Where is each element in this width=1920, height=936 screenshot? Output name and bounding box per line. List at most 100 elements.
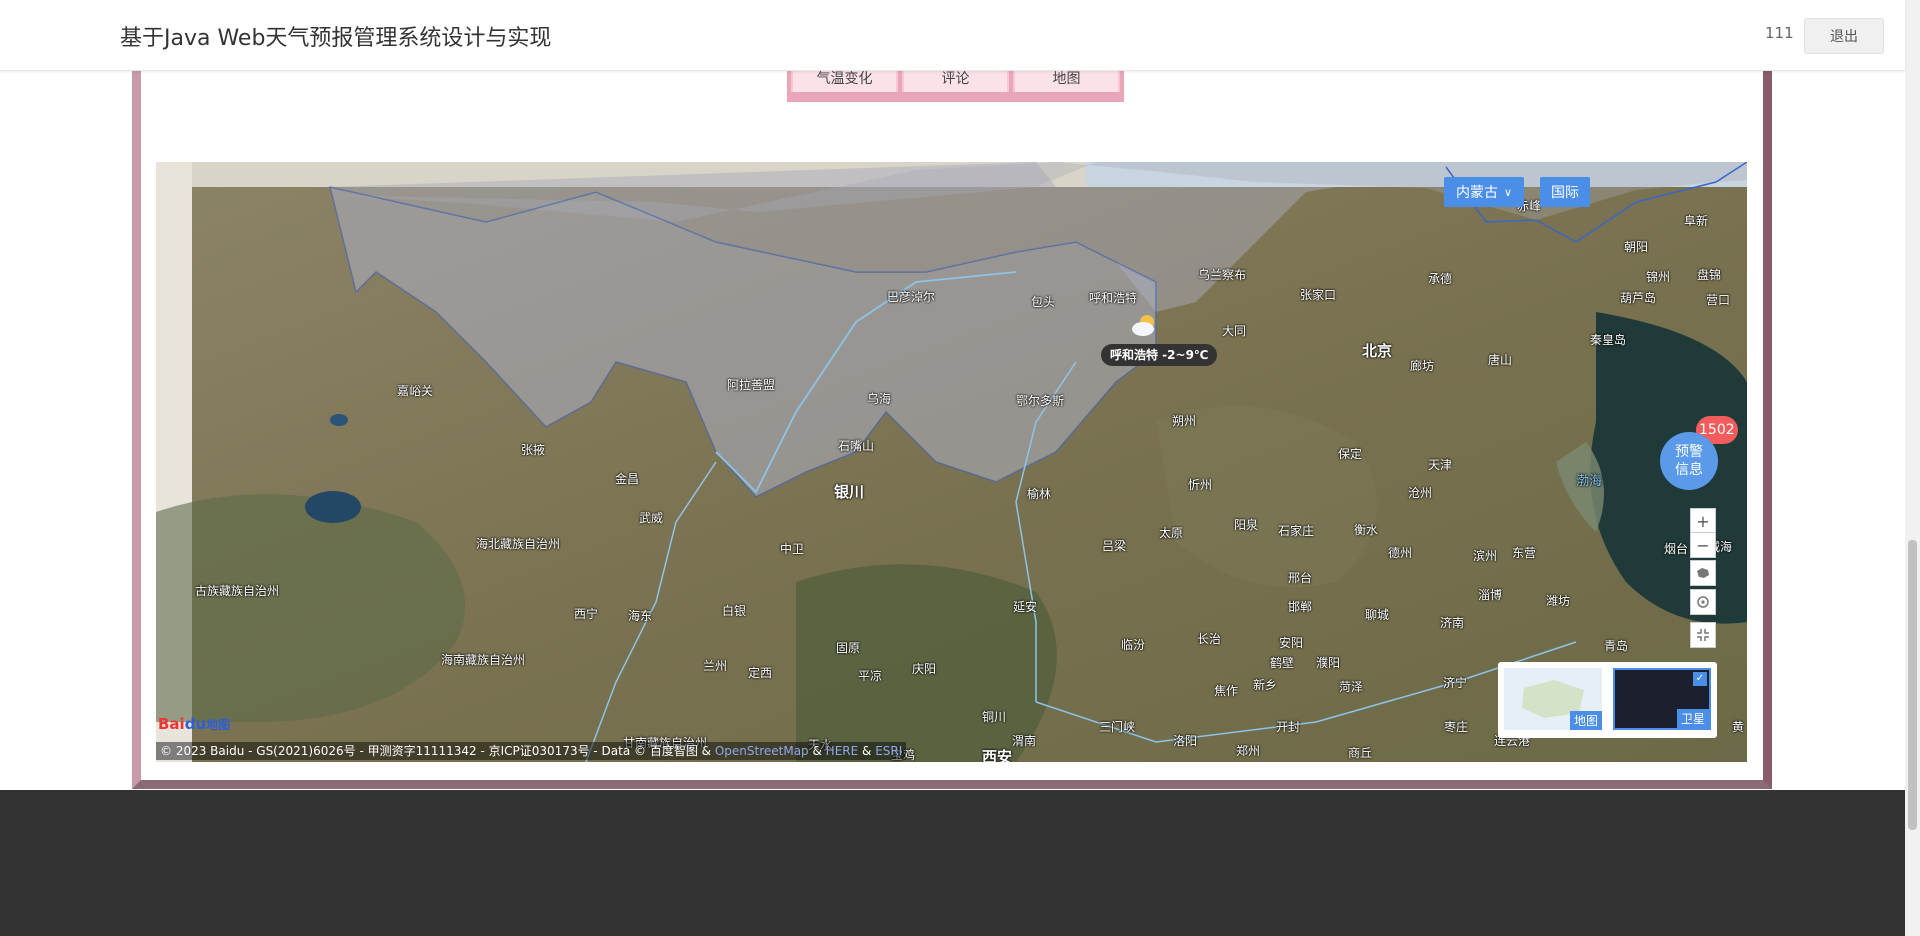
chevron-down-icon: ∨ (1503, 185, 1513, 199)
city-label: 固原 (836, 641, 861, 655)
city-label: 济南 (1440, 616, 1465, 630)
city-label: 白银 (722, 604, 747, 618)
map-view[interactable]: 赤峰 阜新 朝阳 锦州 盘锦 葫芦岛 营口 乌兰察布 承德 张家口 巴彦淖尔 包… (156, 162, 1747, 762)
city-label: 张家口 (1300, 288, 1337, 302)
city-label: 银川 (834, 483, 865, 501)
city-label: 保定 (1338, 447, 1363, 461)
maptype-map-label: 地图 (1569, 711, 1602, 730)
city-label: 平凉 (858, 669, 883, 683)
city-label: 天津 (1428, 458, 1453, 472)
city-label: 东营 (1512, 546, 1537, 560)
city-label: 枣庄 (1444, 720, 1469, 734)
city-label: 鹤壁 (1270, 656, 1295, 670)
baidu-map-logo[interactable]: Baidu地图 (158, 715, 230, 733)
copyright-osm-link[interactable]: OpenStreetMap (715, 744, 809, 758)
logo-suffix: 地图 (206, 718, 231, 732)
city-label: 锦州 (1646, 270, 1671, 284)
check-icon: ✓ (1693, 672, 1707, 686)
city-label: 张掖 (521, 443, 546, 457)
maptype-map-option[interactable]: 地图 (1504, 668, 1602, 730)
city-label: 海东 (628, 609, 653, 623)
top-header: 基于Java Web天气预报管理系统设计与实现 111 退出 (0, 0, 1905, 71)
city-label: 古族藏族自治州 (195, 584, 280, 598)
city-label: 葫芦岛 (1620, 291, 1657, 305)
city-label: 呼和浩特 (1089, 291, 1138, 305)
city-label: 北京 (1362, 342, 1393, 360)
city-label: 巴彦淖尔 (887, 290, 936, 304)
region-selector-label: 内蒙古 (1455, 185, 1498, 201)
city-label: 渭南 (1012, 734, 1037, 748)
city-label: 嘉峪关 (397, 384, 434, 398)
warning-info-button[interactable]: 预警 信息 (1660, 432, 1718, 490)
city-label: 德州 (1388, 546, 1413, 560)
city-label: 武威 (639, 511, 664, 525)
city-label: 聊城 (1365, 608, 1390, 622)
city-label: 开封 (1276, 720, 1301, 734)
city-label: 长治 (1197, 632, 1222, 646)
city-label: 庆阳 (912, 662, 937, 676)
warning-label-line1: 预警 (1675, 444, 1703, 460)
city-label: 三门峡 (1099, 720, 1136, 734)
logout-button[interactable]: 退出 (1804, 18, 1884, 54)
zoom-in-button[interactable]: + (1690, 508, 1716, 534)
username-label[interactable]: 111 (1765, 24, 1794, 42)
city-label: 延安 (1013, 600, 1038, 614)
city-label: 新乡 (1253, 678, 1278, 692)
weather-cloud-icon[interactable] (1129, 312, 1159, 338)
city-label: 秦皇岛 (1590, 333, 1627, 347)
city-label: 石家庄 (1278, 524, 1315, 538)
city-label: 石嘴山 (838, 439, 875, 453)
logo-text: Bai (158, 715, 185, 733)
city-label: 济宁 (1443, 676, 1468, 690)
copyright-text: © 2023 Baidu - GS(2021)6026号 - 甲测资字11111… (160, 744, 715, 758)
copyright-separator: & (858, 744, 876, 758)
city-label: 西安 (982, 748, 1013, 762)
city-label: 滨州 (1473, 549, 1498, 563)
city-label: 包头 (1031, 295, 1056, 309)
city-label: 沧州 (1408, 486, 1433, 500)
copyright-separator: & (808, 744, 826, 758)
map-copyright: © 2023 Baidu - GS(2021)6026号 - 甲测资字11111… (156, 742, 907, 760)
city-label: 安阳 (1279, 636, 1304, 650)
copyright-esri-link[interactable]: ESRI (875, 744, 902, 758)
page-footer (0, 790, 1905, 936)
maptype-switcher: 地图 ✓ 卫星 (1498, 662, 1717, 738)
city-label: 阳泉 (1234, 518, 1259, 532)
city-label: 商丘 (1348, 746, 1373, 760)
city-label: 潍坊 (1546, 594, 1571, 608)
city-label: 太原 (1159, 526, 1184, 540)
city-label: 大同 (1222, 324, 1247, 338)
city-label: 承德 (1428, 272, 1453, 286)
app-title: 基于Java Web天气预报管理系统设计与实现 (120, 26, 552, 51)
city-label: 淄博 (1478, 588, 1503, 602)
region-selector[interactable]: 内蒙古 ∨ (1444, 177, 1524, 207)
copyright-here-link[interactable]: HERE (826, 744, 859, 758)
city-label: 朔州 (1172, 414, 1197, 428)
city-label: 铜川 (982, 710, 1007, 724)
city-label: 郑州 (1236, 744, 1261, 758)
city-label: 临汾 (1121, 638, 1146, 652)
international-button[interactable]: 国际 (1540, 177, 1590, 207)
city-label: 兰州 (703, 659, 728, 673)
zoom-out-button[interactable]: − (1690, 532, 1716, 558)
sea-label: 渤海 (1576, 474, 1603, 489)
maptype-satellite-option[interactable]: ✓ 卫星 (1613, 668, 1711, 730)
scrollbar-thumb[interactable] (1908, 540, 1917, 830)
city-label: 邢台 (1288, 571, 1313, 585)
city-label: 焦作 (1214, 684, 1239, 698)
city-label: 金昌 (615, 472, 640, 486)
weather-popup[interactable]: 呼和浩特 -2~9℃ (1101, 344, 1218, 366)
warning-label-line2: 信息 (1675, 462, 1703, 478)
logo-paw: du (184, 715, 207, 733)
fullscreen-exit-icon[interactable] (1690, 622, 1716, 648)
city-label: 阜新 (1684, 214, 1709, 228)
city-label: 吕梁 (1102, 539, 1127, 553)
city-label: 阿拉善盟 (727, 378, 776, 392)
locate-icon[interactable] (1690, 589, 1716, 615)
city-label: 黄 (1732, 720, 1745, 734)
city-label: 乌兰察布 (1198, 268, 1247, 282)
city-label: 西宁 (574, 607, 599, 621)
city-label: 榆林 (1027, 487, 1052, 501)
city-label: 菏泽 (1339, 680, 1364, 694)
china-map-icon[interactable] (1690, 560, 1716, 586)
